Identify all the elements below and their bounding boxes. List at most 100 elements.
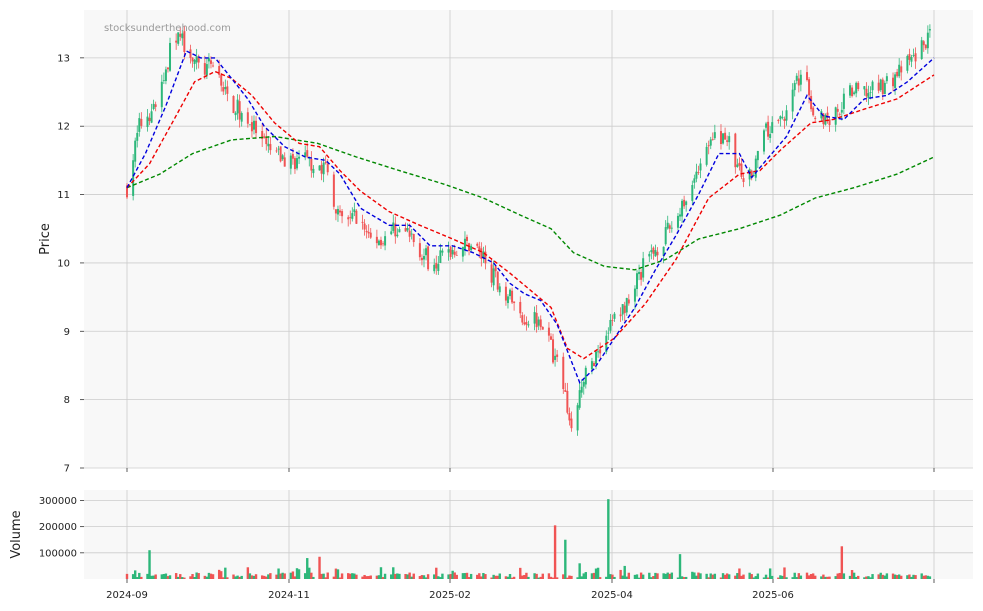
- candlestick: [906, 54, 909, 74]
- volume-bar: [293, 576, 297, 579]
- volume-bar: [725, 573, 729, 579]
- candle-body: [869, 92, 872, 93]
- candle-body: [209, 60, 212, 64]
- volume-bar: [756, 573, 760, 579]
- volume-bar: [705, 573, 708, 579]
- volume-bar: [254, 574, 258, 579]
- volume-bar: [303, 573, 307, 579]
- volume-bar: [656, 573, 659, 579]
- volume-bar: [897, 574, 901, 579]
- candle-body: [324, 162, 327, 164]
- candle-body: [234, 112, 237, 116]
- candle-body: [140, 119, 143, 126]
- volume-bar: [709, 573, 712, 579]
- volume-bar: [912, 574, 915, 579]
- candle-body: [623, 305, 626, 314]
- candle-body: [785, 110, 788, 121]
- volume-bar: [297, 569, 301, 579]
- volume-bar: [383, 573, 387, 579]
- candle-body: [355, 210, 358, 224]
- candle-body: [676, 215, 679, 228]
- volume-bar: [236, 575, 239, 579]
- volume-bar: [549, 576, 553, 579]
- price-panel: 7 8 9 10 11 12 13 Price stocksunderthehood.com: [38, 10, 973, 475]
- candle-body: [433, 264, 436, 272]
- candle-body: [584, 367, 587, 385]
- candle-body: [910, 56, 913, 62]
- volume-bar: [439, 577, 442, 579]
- volume-bar: [641, 574, 645, 579]
- candle-body: [398, 229, 401, 233]
- volume-bar: [246, 567, 250, 579]
- volume-bar: [181, 577, 184, 579]
- candle-body: [697, 172, 700, 173]
- volume-bar: [596, 567, 600, 579]
- volume-bar: [353, 573, 356, 579]
- candle-body: [511, 290, 514, 303]
- candle-body: [683, 199, 686, 207]
- volume-bar: [863, 577, 866, 579]
- volume-bar: [584, 572, 588, 579]
- volume-bar: [781, 575, 784, 579]
- candle-body: [525, 321, 528, 325]
- candle-body: [892, 77, 895, 87]
- volume-bar: [449, 574, 452, 579]
- candle-body: [222, 87, 225, 92]
- volume-bar: [562, 574, 565, 579]
- volume-bar: [267, 574, 270, 579]
- volume-bar: [133, 570, 137, 579]
- volume-bar: [770, 575, 774, 579]
- volume-bar: [828, 576, 831, 579]
- candlestick: [754, 155, 757, 182]
- volume-bar: [865, 576, 868, 579]
- volume-bar: [131, 574, 135, 579]
- candle-body: [212, 65, 215, 67]
- candle-body: [283, 157, 286, 167]
- volume-bar: [484, 574, 487, 579]
- volume-bar: [226, 577, 229, 579]
- volume-bar: [682, 577, 686, 579]
- volume-bar: [695, 575, 698, 579]
- candle-body: [578, 390, 581, 408]
- candle-body: [556, 354, 559, 357]
- volume-bar: [496, 575, 499, 579]
- candle-body: [347, 217, 350, 220]
- volume-bar: [422, 575, 426, 579]
- volume-bar: [752, 577, 755, 579]
- volume-bar: [711, 574, 714, 579]
- volume-bar: [635, 574, 639, 579]
- candle-body: [691, 185, 694, 201]
- candle-body: [205, 64, 208, 76]
- volume-bar: [207, 572, 211, 579]
- candle-body: [392, 222, 395, 231]
- candle-body: [599, 349, 602, 354]
- candle-body: [332, 174, 335, 207]
- volume-bar: [152, 575, 155, 579]
- volume-bar: [154, 574, 157, 579]
- candle-body: [267, 143, 270, 147]
- volume-bar: [179, 574, 182, 579]
- candle-body: [625, 298, 628, 313]
- candle-body: [781, 117, 784, 118]
- x-tick-label: 2025-02: [429, 590, 471, 601]
- volume-bar: [504, 576, 508, 579]
- volume-bar: [576, 577, 579, 579]
- volume-bar: [379, 567, 383, 579]
- volume-bar: [648, 572, 651, 579]
- volume-bar: [398, 573, 401, 579]
- volume-bar: [678, 554, 682, 579]
- volume-bar: [613, 576, 616, 579]
- volume-bar: [146, 573, 149, 579]
- candle-body: [377, 240, 380, 246]
- candle-body: [320, 164, 323, 174]
- volume-bar: [914, 575, 917, 579]
- x-tick-label: 2025-04: [591, 590, 633, 601]
- volume-bar: [924, 575, 928, 579]
- volume-bar: [336, 569, 340, 579]
- candle-body: [527, 324, 530, 326]
- volume-bar: [570, 575, 573, 579]
- volume-bar: [555, 577, 559, 579]
- candle-body: [554, 355, 557, 360]
- volume-bar: [684, 576, 688, 579]
- candle-body: [566, 390, 569, 413]
